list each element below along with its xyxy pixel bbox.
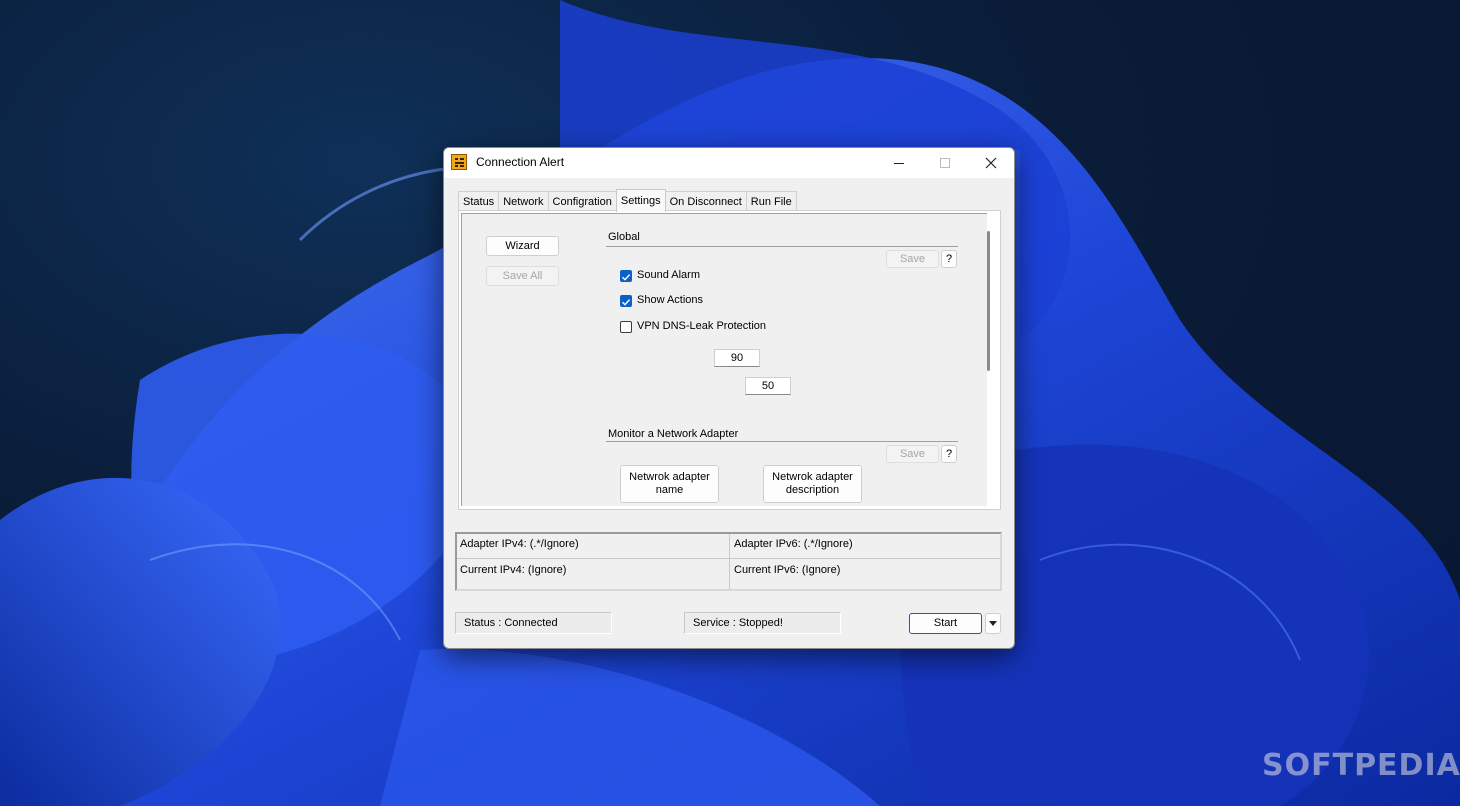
settings-scrollbar-thumb[interactable] [987,231,990,371]
adapter-name-button[interactable]: Netwrok adapter name [620,465,719,503]
value-90-field[interactable]: 90 [714,349,760,367]
chevron-down-icon [989,621,997,626]
ip-info-grid: Adapter IPv4: (.*/Ignore) Adapter IPv6: … [455,532,1002,591]
tab-settings[interactable]: Settings [615,189,666,212]
show-actions-label: Show Actions [637,294,704,306]
maximize-icon [940,158,950,168]
vpn-dns-leak-checkbox[interactable] [620,321,632,333]
tab-status[interactable]: Status [458,191,500,212]
start-options-dropdown[interactable] [985,613,1001,634]
tab-strip: Status Network Configration Settings On … [458,189,797,212]
connection-status: Status : Connected [455,612,612,634]
global-help-button[interactable]: ? [941,250,957,268]
sound-alarm-label: Sound Alarm [637,269,700,281]
monitor-help-button[interactable]: ? [941,445,957,463]
monitor-divider [606,441,958,442]
monitor-group-title: Monitor a Network Adapter [608,428,739,440]
global-group-title: Global [608,231,640,243]
adapter-description-button[interactable]: Netwrok adapter description [763,465,862,503]
tab-on-disconnect[interactable]: On Disconnect [664,191,747,212]
tab-run-file[interactable]: Run File [745,191,797,212]
settings-tab-page: Wizard Save All Global Save ? Sound Alar… [458,210,1001,510]
close-button[interactable] [968,148,1014,178]
value-50-field[interactable]: 50 [745,377,791,395]
current-ipv6-cell: Current IPv6: (Ignore) [734,564,841,576]
adapter-ipv6-cell: Adapter IPv6: (.*/Ignore) [734,538,853,550]
close-icon [985,157,997,169]
show-actions-checkbox[interactable] [620,295,632,307]
minimize-button[interactable] [876,148,922,178]
minimize-icon [894,163,904,164]
checkmark-icon [622,274,631,281]
adapter-ipv4-cell: Adapter IPv4: (.*/Ignore) [460,538,579,550]
maximize-button[interactable] [922,148,968,178]
wizard-button[interactable]: Wizard [486,236,559,256]
settings-scroll-panel[interactable]: Wizard Save All Global Save ? Sound Alar… [461,213,987,506]
start-button[interactable]: Start [909,613,982,634]
ip-grid-horizontal-divider [457,558,1000,559]
tab-network[interactable]: Network [498,191,549,212]
global-save-button[interactable]: Save [886,250,939,268]
sound-alarm-checkbox[interactable] [620,270,632,282]
app-icon [451,154,467,170]
monitor-save-button[interactable]: Save [886,445,939,463]
service-status: Service : Stopped! [684,612,841,634]
ip-grid-vertical-divider [729,534,730,589]
checkmark-icon [622,299,631,306]
current-ipv4-cell: Current IPv4: (Ignore) [460,564,567,576]
connection-alert-window: Connection Alert Status Network Configra… [443,147,1015,649]
tab-configration[interactable]: Configration [547,191,617,212]
title-bar[interactable]: Connection Alert [444,148,1014,178]
softpedia-watermark: SOFTPEDIA® [1262,748,1460,783]
vpn-dns-leak-label: VPN DNS-Leak Protection [637,320,766,332]
save-all-button[interactable]: Save All [486,266,559,286]
global-divider [606,246,958,247]
window-title: Connection Alert [476,155,565,169]
